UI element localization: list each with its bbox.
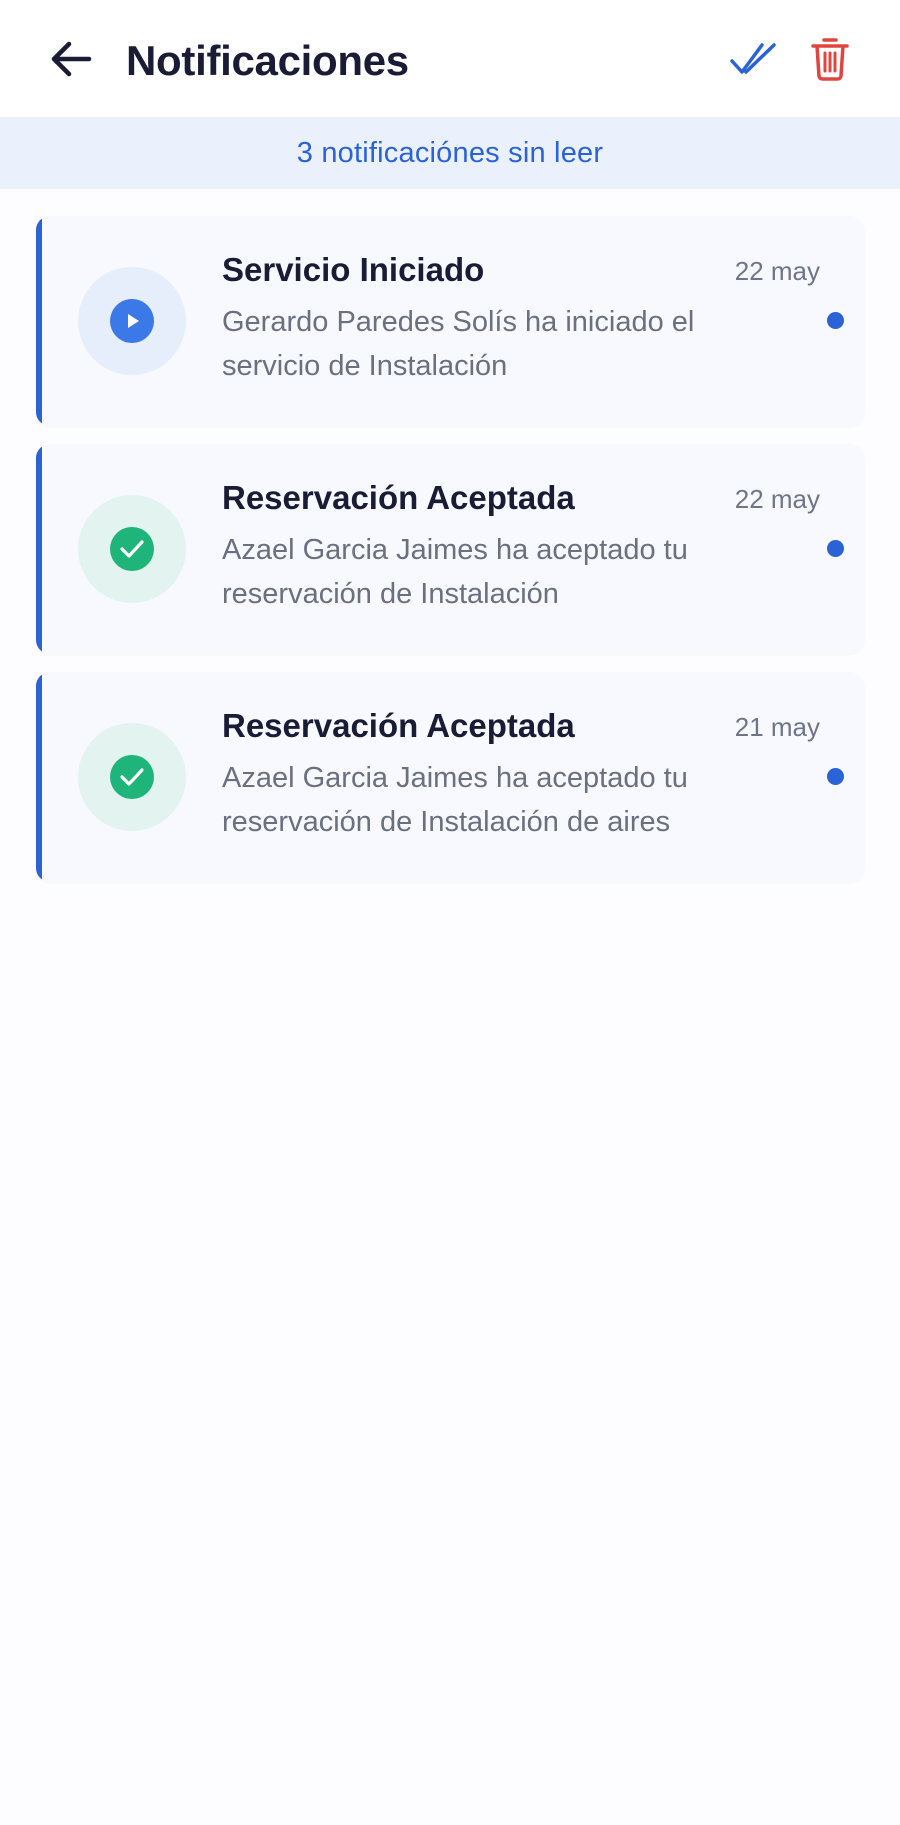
notification-card[interactable]: Servicio Iniciado 22 may Gerardo Paredes… [36, 216, 864, 426]
unread-indicator [827, 540, 844, 557]
unread-accent-bar [36, 444, 42, 654]
page-title: Notificaciones [126, 37, 409, 84]
unread-accent-bar [36, 216, 42, 426]
play-icon [110, 299, 154, 343]
notification-title: Servicio Iniciado [222, 251, 485, 288]
notification-message: Gerardo Paredes Solís ha iniciado el ser… [222, 306, 695, 382]
notification-date: 21 may [734, 712, 820, 742]
unread-count-banner: 3 notificaciónes sin leer [0, 117, 900, 189]
unread-count-text: 3 notificaciónes sin leer [296, 136, 604, 169]
notification-title: Reservación Aceptada [222, 479, 575, 516]
notification-date: 22 may [734, 484, 820, 514]
notification-icon-badge [78, 267, 186, 375]
trash-icon [810, 36, 850, 87]
notification-title: Reservación Aceptada [222, 707, 575, 744]
notification-icon-badge [78, 723, 186, 831]
check-circle-icon [110, 755, 154, 799]
mark-all-read-button[interactable] [726, 36, 782, 86]
notification-card[interactable]: Reservación Aceptada 22 may Azael Garcia… [36, 444, 864, 654]
unread-accent-bar [36, 672, 42, 882]
unread-indicator [827, 768, 844, 785]
arrow-left-icon [49, 39, 93, 84]
notification-message: Azael Garcia Jaimes ha aceptado tu reser… [222, 762, 688, 838]
delete-all-button[interactable] [804, 34, 856, 88]
notification-card[interactable]: Reservación Aceptada 21 may Azael Garcia… [36, 672, 864, 882]
notification-date: 22 may [734, 256, 820, 286]
check-circle-icon [110, 527, 154, 571]
notification-icon-badge [78, 495, 186, 603]
notification-message: Azael Garcia Jaimes ha aceptado tu reser… [222, 534, 688, 610]
unread-indicator [827, 312, 844, 329]
back-button[interactable] [42, 36, 100, 86]
notification-list: Servicio Iniciado 22 may Gerardo Paredes… [36, 216, 864, 900]
app-header: Notificaciones [0, 0, 900, 117]
double-check-icon [730, 41, 778, 82]
